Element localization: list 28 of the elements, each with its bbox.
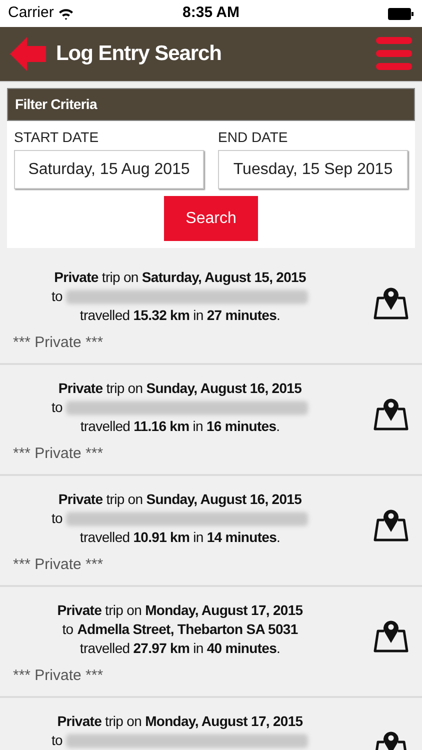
start-date-label: START DATE bbox=[14, 128, 100, 147]
filter-title: Filter Criteria bbox=[15, 95, 97, 114]
start-date-field[interactable]: Saturday, 15 Aug 2015 bbox=[14, 150, 204, 189]
trip-note: *** Private *** bbox=[13, 333, 104, 352]
destination-address: Admella Street, Thebarton SA 5031 bbox=[77, 620, 298, 639]
to-label: to bbox=[62, 620, 74, 639]
end-date-label: END DATE bbox=[218, 128, 289, 147]
to-label: to bbox=[52, 731, 62, 750]
trip-note: *** Private *** bbox=[13, 666, 104, 685]
search-button[interactable]: Search bbox=[164, 196, 258, 241]
trip-note: *** Private *** bbox=[13, 444, 104, 463]
to-label: to bbox=[52, 509, 62, 528]
to-label: to bbox=[52, 398, 62, 417]
trip-note: *** Private *** bbox=[13, 555, 104, 574]
travel-summary: travelled 15.32 km in 27 minutes. bbox=[80, 306, 280, 325]
travel-summary: travelled 10.91 km in 14 minutes. bbox=[80, 528, 280, 547]
trip-summary: Private trip on Monday, August 17, 2015 bbox=[57, 601, 303, 620]
screen-title: Log Entry Search bbox=[56, 41, 222, 68]
trip-summary: Private trip on Sunday, August 16, 2015 bbox=[58, 490, 302, 509]
to-label: to bbox=[52, 287, 62, 306]
clock-time: 8:35 AM bbox=[182, 3, 240, 24]
trip-summary: Private trip on Monday, August 17, 2015 bbox=[57, 712, 303, 731]
carrier-label: Carrier bbox=[8, 3, 54, 24]
travel-summary: travelled 11.16 km in 16 minutes. bbox=[80, 417, 280, 436]
travel-summary: travelled 27.97 km in 40 minutes. bbox=[80, 639, 280, 658]
trip-summary: Private trip on Saturday, August 15, 2015 bbox=[54, 268, 306, 287]
end-date-field[interactable]: Tuesday, 15 Sep 2015 bbox=[218, 150, 408, 189]
trip-summary: Private trip on Sunday, August 16, 2015 bbox=[58, 379, 302, 398]
